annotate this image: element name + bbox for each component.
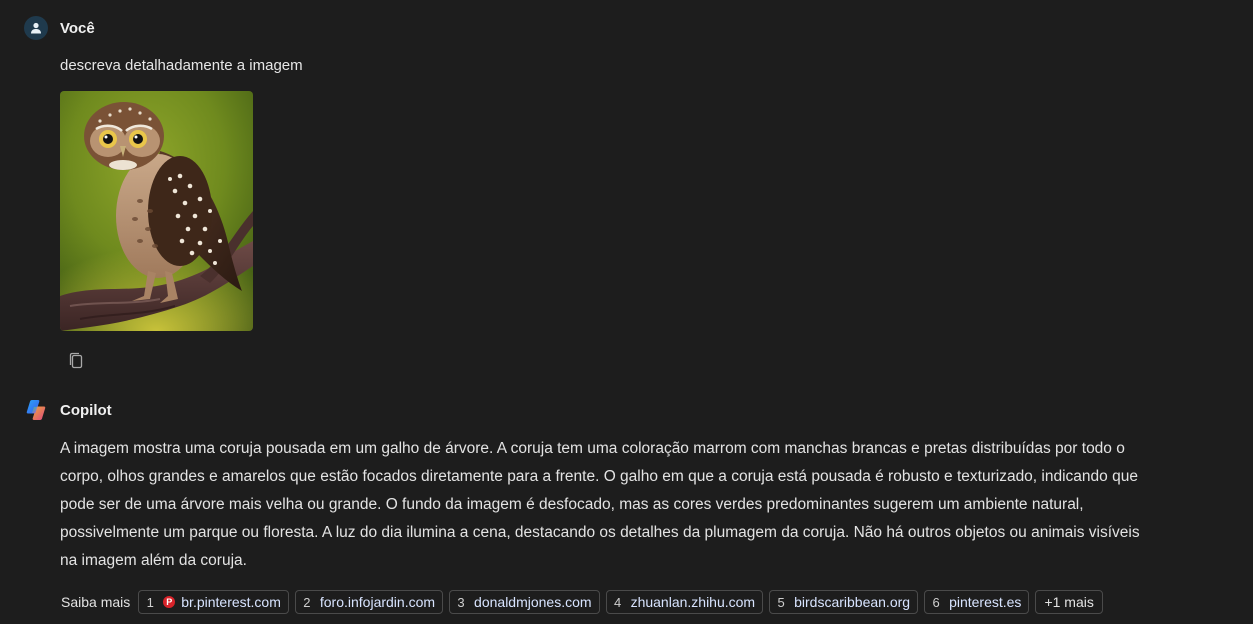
source-link-5[interactable]: 5 birdscaribbean.org xyxy=(769,590,919,614)
copilot-author-name: Copilot xyxy=(60,401,112,419)
source-link-2[interactable]: 2 foro.infojardin.com xyxy=(294,590,444,614)
chat-conversation: Você descreva detalhadamente a imagem Co… xyxy=(0,0,1253,624)
user-message-text: descreva detalhadamente a imagem xyxy=(60,57,303,74)
more-sources-button[interactable]: +1 mais xyxy=(1035,590,1103,614)
source-domain: donaldmjones.com xyxy=(474,594,592,610)
source-number: 5 xyxy=(777,594,785,610)
person-icon xyxy=(24,16,48,40)
source-number: 4 xyxy=(613,594,622,610)
source-domain: zhuanlan.zhihu.com xyxy=(630,594,756,610)
learn-more-bar: Saiba mais 1 P br.pinterest.com 2 foro.i… xyxy=(60,590,1103,614)
source-link-3[interactable]: 3 donaldmjones.com xyxy=(449,590,600,614)
source-domain: birdscaribbean.org xyxy=(794,594,911,610)
user-author-name: Você xyxy=(60,19,95,37)
source-domain: br.pinterest.com xyxy=(181,594,281,610)
source-number: 3 xyxy=(457,594,465,610)
owl-photo[interactable] xyxy=(60,91,253,331)
source-number: 2 xyxy=(303,594,311,610)
copy-button[interactable] xyxy=(64,349,88,373)
pinterest-icon: P xyxy=(163,596,176,608)
source-link-4[interactable]: 4 zhuanlan.zhihu.com xyxy=(605,590,764,614)
copilot-logo-icon xyxy=(24,398,48,422)
source-number: 6 xyxy=(932,594,940,610)
copilot-response-text: A imagem mostra uma coruja pousada em um… xyxy=(60,440,1140,569)
source-number: 1 xyxy=(146,594,154,610)
copilot-message-header: Copilot xyxy=(24,398,112,422)
user-message-header: Você xyxy=(24,16,95,40)
copy-icon xyxy=(69,352,83,369)
learn-more-label: Saiba mais xyxy=(61,594,131,610)
source-domain: pinterest.es xyxy=(949,594,1022,610)
source-link-1[interactable]: 1 P br.pinterest.com xyxy=(138,590,289,614)
source-link-6[interactable]: 6 pinterest.es xyxy=(924,590,1030,614)
source-domain: foro.infojardin.com xyxy=(319,594,436,610)
